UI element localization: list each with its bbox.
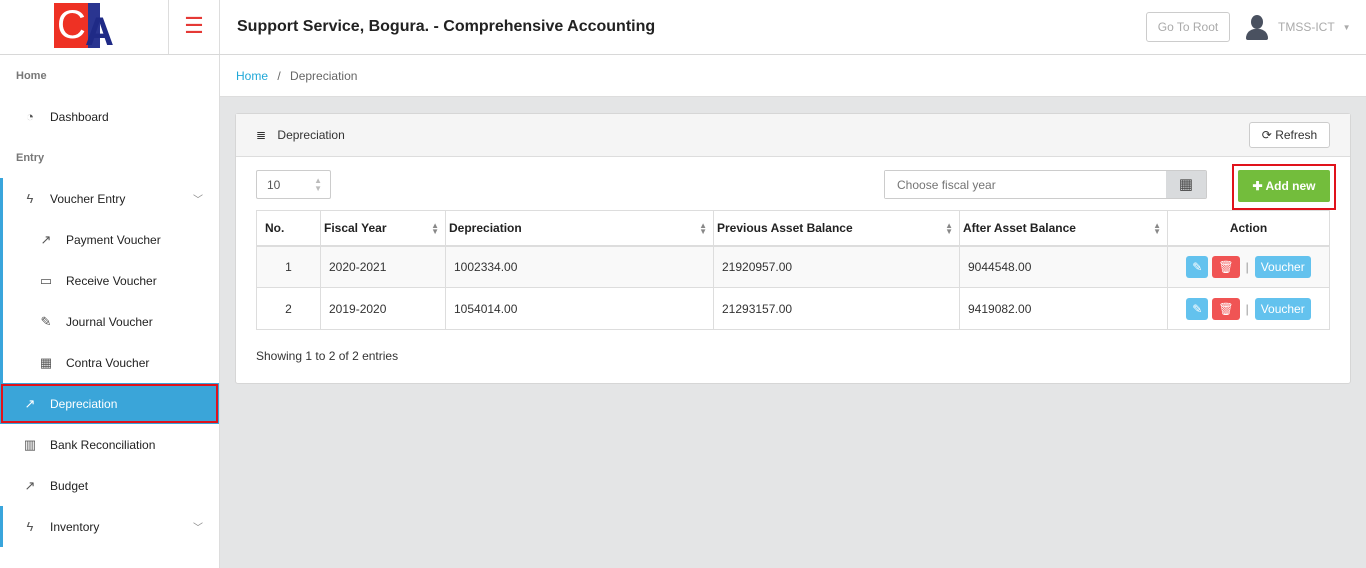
- voucher-button[interactable]: Voucher: [1254, 255, 1311, 278]
- page-title: Support Service, Bogura. - Comprehensive…: [237, 18, 656, 35]
- breadcrumb-home[interactable]: Home: [236, 69, 268, 83]
- delete-button[interactable]: 🗑: [1212, 297, 1240, 320]
- calendar-icon[interactable]: ▦: [1166, 171, 1206, 198]
- edit-icon: ✎: [40, 313, 52, 329]
- card-title: Depreciation: [277, 128, 345, 142]
- table-row: 1 2020-2021 1002334.00 21920957.00 90445…: [256, 245, 1330, 288]
- top-bar: CA ☰ Support Service, Bogura. - Comprehe…: [0, 0, 1366, 55]
- go-to-root-button[interactable]: Go To Root: [1146, 12, 1230, 42]
- share-icon: ↗: [24, 395, 36, 411]
- menu-toggle-icon[interactable]: ☰: [169, 0, 220, 54]
- refresh-button[interactable]: ⟳ Refresh: [1249, 122, 1330, 148]
- section-home: Home: [16, 70, 47, 82]
- voucher-button[interactable]: Voucher: [1254, 297, 1311, 320]
- sidebar: Home ◔ Dashboard Entry ϟ Voucher Entry ﹀ ↗ P…: [0, 55, 220, 568]
- sidebar-item-receive-voucher[interactable]: ▭ Receive Voucher: [0, 260, 219, 301]
- add-new-button[interactable]: ✚ Add new: [1238, 170, 1330, 202]
- avatar-icon: [1244, 14, 1270, 40]
- sidebar-item-voucher-entry[interactable]: ϟ Voucher Entry ﹀: [0, 178, 219, 219]
- user-name: TMSS-ICT: [1278, 20, 1335, 34]
- user-menu[interactable]: TMSS-ICT ▼: [1244, 14, 1351, 40]
- sort-icon: ▲ ▼: [1153, 221, 1161, 236]
- col-depreciation[interactable]: Depreciation ▲ ▼: [445, 210, 714, 247]
- depreciation-card: ≣ Depreciation ⟳ Refresh 10▲▼ ▦ ✚ Add ne…: [235, 113, 1351, 384]
- sidebar-item-dashboard[interactable]: ◔ Dashboard: [0, 96, 219, 137]
- bar-chart-icon: ▥: [23, 436, 37, 452]
- sidebar-item-depreciation[interactable]: ↗ Depreciation: [0, 383, 219, 424]
- list-icon: ≣: [256, 128, 267, 142]
- screen-icon: ▭: [39, 272, 53, 288]
- gauge-icon: ◔: [26, 109, 34, 124]
- sidebar-item-inventory[interactable]: ϟ Inventory ﹀: [0, 506, 219, 547]
- caret-down-icon: ▼: [1342, 22, 1351, 32]
- col-action: Action: [1167, 210, 1330, 247]
- sort-icon: ▲ ▼: [431, 221, 439, 236]
- table-info: Showing 1 to 2 of 2 entries: [256, 349, 399, 363]
- plus-icon: ✚: [1252, 179, 1263, 193]
- calculator-icon: ▦: [39, 354, 53, 370]
- col-after-asset-balance[interactable]: After Asset Balance ▲ ▼: [959, 210, 1168, 247]
- sidebar-item-bank-reconciliation[interactable]: ▥ Bank Reconciliation: [0, 424, 219, 465]
- breadcrumb: Home / Depreciation: [220, 55, 1366, 97]
- sidebar-item-journal-voucher[interactable]: ✎ Journal Voucher: [0, 301, 219, 342]
- sort-icon: ▲ ▼: [945, 221, 953, 236]
- col-no[interactable]: No.: [256, 210, 321, 247]
- edit-button[interactable]: ✎: [1186, 297, 1209, 320]
- sort-arrows-icon: ▲ ▼: [314, 176, 322, 193]
- bolt-icon: ϟ: [26, 519, 34, 534]
- depreciation-table: No. Fiscal Year ▲ ▼ Depreciation ▲ ▼ Previou…: [256, 210, 1330, 330]
- col-previous-asset-balance[interactable]: Previous Asset Balance ▲ ▼: [713, 210, 960, 247]
- table-row: 2 2019-2020 1054014.00 21293157.00 94190…: [256, 287, 1330, 330]
- page-length-select[interactable]: 10 ▲ ▼: [256, 170, 331, 199]
- sidebar-item-contra-voucher[interactable]: ▦ Contra Voucher: [0, 342, 219, 383]
- section-entry: Entry: [16, 152, 45, 164]
- share-icon: ↗: [40, 231, 52, 247]
- chevron-down-icon: ﹀: [193, 195, 203, 206]
- fiscal-year-input[interactable]: [885, 171, 1166, 198]
- edit-button[interactable]: ✎: [1186, 255, 1209, 278]
- chevron-down-icon: ﹀: [193, 523, 203, 534]
- bolt-icon: ϟ: [26, 191, 34, 206]
- sort-icon: ▲ ▼: [699, 221, 707, 236]
- fiscal-year-picker: ▦: [884, 170, 1207, 199]
- sidebar-item-budget[interactable]: ↗ Budget: [0, 465, 219, 506]
- breadcrumb-current: Depreciation: [290, 69, 358, 83]
- share-icon: ↗: [24, 477, 36, 493]
- delete-button[interactable]: 🗑: [1212, 255, 1240, 278]
- refresh-icon: ⟳: [1261, 128, 1272, 142]
- logo[interactable]: CA: [0, 0, 169, 54]
- sidebar-item-payment-voucher[interactable]: ↗ Payment Voucher: [0, 219, 219, 260]
- col-fiscal-year[interactable]: Fiscal Year ▲ ▼: [320, 210, 446, 247]
